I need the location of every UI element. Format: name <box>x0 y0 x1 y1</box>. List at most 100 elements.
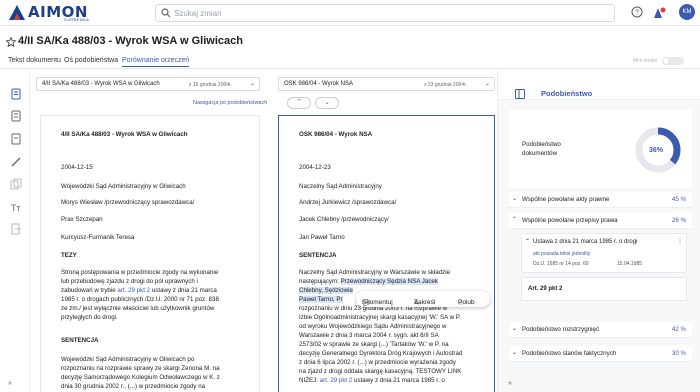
doc-text-line: przyległych do drogi. <box>61 314 118 321</box>
more-icon[interactable]: ⋮ <box>677 238 683 245</box>
similarity-panel: Podobieństwo Podobieństwo dokumentów 36%… <box>497 70 700 392</box>
row-pct: 26 % <box>671 217 686 224</box>
left-toolbar: Tт » <box>0 70 30 392</box>
article-label: Art. 29 pkt 2 <box>528 286 563 292</box>
section-heading: SENTENCJA <box>61 337 99 344</box>
rulings-similarity-row[interactable]: ⌄ Podobieństwo rozstrzygnięć 42 % <box>509 322 692 338</box>
copy-icon[interactable] <box>10 178 22 190</box>
mini-model-label: Mini model <box>633 58 658 64</box>
doc-text-line: 2573/02 w sprawie ze skargi (...) 'Tarta… <box>299 341 449 348</box>
row-label: Podobieństwo rozstrzygnięć <box>522 326 600 333</box>
pen-icon[interactable] <box>10 156 22 168</box>
expand-panel-icon[interactable]: » <box>508 380 512 387</box>
chevron-down-icon: ⌄ <box>512 196 518 202</box>
doc-judge: Andrzej Jurkiewicz /sprawozdawca/ <box>299 199 397 206</box>
chevron-down-icon: ⌄ <box>512 326 518 332</box>
doc-text-fragment: ustawy z dnia 21 marca 1985 r. o <box>352 377 445 384</box>
tab-document-text[interactable]: Tekst dokumentu <box>8 57 61 64</box>
toggle-knob <box>663 58 669 64</box>
doc-text-line: Izbie Ogólnoadministracyjnej skargi kasa… <box>299 314 461 321</box>
search-input[interactable]: Szukaj zmian <box>174 9 222 18</box>
logo-mark-icon <box>9 5 25 20</box>
like-label: Polub <box>458 299 475 306</box>
law-card[interactable]: ⌃ Ustawa z dnia 21 marca 1985 r. o drogi… <box>521 233 687 273</box>
doc-text-line: 1985 r. o drogach publicznych /Dz.U. 200… <box>61 296 219 303</box>
law-tag: akt posiada tekst jednolity <box>533 251 591 257</box>
doc-text-line: od wyroku Wojewódzkiego Sądu Administrac… <box>299 323 447 330</box>
search-icon <box>161 8 171 18</box>
tab-compare-rulings[interactable]: Porównanie orzeczeń <box>122 57 190 67</box>
search-bar[interactable]: Szukaj zmian <box>155 4 615 22</box>
law-article-link[interactable]: art. 29 pkt 2 <box>117 287 150 294</box>
avatar[interactable]: KM <box>679 4 695 20</box>
panel-layout-icon[interactable] <box>515 89 525 99</box>
row-label: Wspólne powołane akty prawne <box>522 196 610 203</box>
doc-text-line: lub przebudowę zjazdu z drogi do pól upr… <box>61 278 198 285</box>
aimon-logo[interactable]: AIMON CURRENDA <box>8 3 90 23</box>
help-icon[interactable]: ? <box>631 6 643 18</box>
similarity-value: 36% <box>649 147 664 154</box>
law-article-link[interactable]: art. 29 pkt 2 <box>320 377 353 384</box>
chevron-down-icon: ⌄ <box>484 81 490 87</box>
arrow-up-icon: ⌃ <box>296 99 302 106</box>
doc-text-line: Wojewódzki Sąd Administracyjny w Gliwica… <box>61 356 195 363</box>
facts-similarity-row[interactable]: ⌄ Podobieństwo stanów faktycznych 30 % <box>509 346 692 362</box>
doc-text-line: Stroną postępowania w przedmiocie zgody … <box>61 269 219 276</box>
highlighted-text[interactable]: Paweł Tarno, Pr <box>299 296 343 303</box>
doc-judge: Kurcyusz-Furmanik Teresa <box>61 234 135 241</box>
highlighted-text[interactable]: Chlebny, Sędziowie <box>299 287 353 294</box>
doc-date: 2004-12-15 <box>61 164 93 171</box>
left-document-select[interactable]: 4/II SA/Ka 488/03 - Wyrok WSA w Gliwicac… <box>36 77 260 91</box>
doc-text-fragment: ustawy z dnia 21 marca <box>150 287 217 294</box>
doc-text-line: dnia 30 grudnia 2002 r., (...) w przedmi… <box>61 383 206 390</box>
doc-judge: Morys Wiesław /przewodniczący sprawozdaw… <box>61 199 195 206</box>
star-icon[interactable] <box>6 37 16 47</box>
list-icon[interactable] <box>10 110 22 122</box>
prev-similarity-button[interactable]: ⌃ <box>287 97 311 109</box>
notifications-icon[interactable] <box>652 6 666 20</box>
doc-heading: OSK 986/04 - Wyrok NSA <box>299 131 373 138</box>
panel-title: Podobieństwo <box>541 89 593 98</box>
doc-text-line: Warszawie z dnia 3 marca 2004 r. sygn. a… <box>299 332 439 339</box>
svg-text:Tт: Tт <box>11 203 21 213</box>
row-pct: 30 % <box>671 350 686 357</box>
page-title: 4/II SA/Ka 488/03 - Wyrok WSA w Gliwicac… <box>18 35 243 47</box>
brand-sub: CURRENDA <box>64 17 90 22</box>
export-icon[interactable] <box>10 223 22 235</box>
tab-similarity-axis[interactable]: Oś podobieństwa <box>64 57 118 64</box>
doc-text-fragment: zabudowań w trybie <box>61 287 118 294</box>
chevron-up-icon: ⌃ <box>525 239 531 245</box>
tab-bar: Tekst dokumentu Oś podobieństwa Porównan… <box>0 55 700 69</box>
law-title: Ustawa z dnia 21 marca 1985 r. o drogi <box>533 239 638 245</box>
article-card[interactable]: Art. 29 pkt 2 <box>521 277 687 301</box>
doc-text-line: na zjazd z drogi oddala skargę kasacyjną… <box>299 368 462 375</box>
next-similarity-button[interactable]: ⌄ <box>315 97 339 109</box>
left-select-date: z 15 grudnia 2004r. <box>189 82 232 88</box>
right-document-select[interactable]: OSK 986/04 - Wyrok NSA z 23 grudnia 2004… <box>278 77 495 91</box>
mini-model-toggle[interactable] <box>662 57 684 65</box>
left-select-label: 4/II SA/Ka 488/03 - Wyrok WSA w Gliwicac… <box>42 81 160 87</box>
doc-text-line: z dnia 6 lipca 2002 r. (...) w przedmioc… <box>299 359 456 366</box>
row-label: Wspólne powołane przepisy prawa <box>522 217 618 224</box>
section-heading: TEZY <box>61 252 77 259</box>
common-acts-row[interactable]: ⌄ Wspólne powołane akty prawne 45 % <box>509 192 692 208</box>
text-size-icon[interactable]: Tт <box>10 201 22 213</box>
notes-icon[interactable] <box>10 133 22 145</box>
law-date: 15.04.1985 <box>617 261 643 267</box>
doc-text-line: ze zm./ jest wyłącznie właściciel lub uż… <box>61 305 215 312</box>
doc-court: Naczelny Sąd Administracyjny <box>299 183 382 190</box>
svg-text:?: ? <box>635 10 639 17</box>
similarity-label: dokumentów <box>522 150 558 157</box>
doc-text-fragment: NIŻEJ: <box>299 377 320 384</box>
expand-icon[interactable]: » <box>8 380 12 387</box>
law-ref: Dz.U. 1985 nr 14 poz. 60 <box>533 261 589 267</box>
document-icon[interactable] <box>10 88 22 100</box>
highlighted-text[interactable]: Przewodniczący Sędzia NSA Jacek <box>340 278 438 285</box>
doc-judge: Jacek Chlebny /przewodniczący/ <box>299 216 389 223</box>
right-select-label: OSK 986/04 - Wyrok NSA <box>284 81 353 87</box>
chevron-up-icon: ⌃ <box>512 217 518 223</box>
doc-text-line: rozpoznaniu na rozprawie sprawy ze skarg… <box>61 365 220 372</box>
doc-text-line: decyzję Generalnego Dyrektora Dróg Krajo… <box>299 350 463 357</box>
common-provisions-row[interactable]: ⌃ Wspólne powołane przepisy prawa 26 % <box>509 213 692 229</box>
doc-text-line: decyzję Samorządowego Kolegium Odwoławcz… <box>61 374 220 381</box>
